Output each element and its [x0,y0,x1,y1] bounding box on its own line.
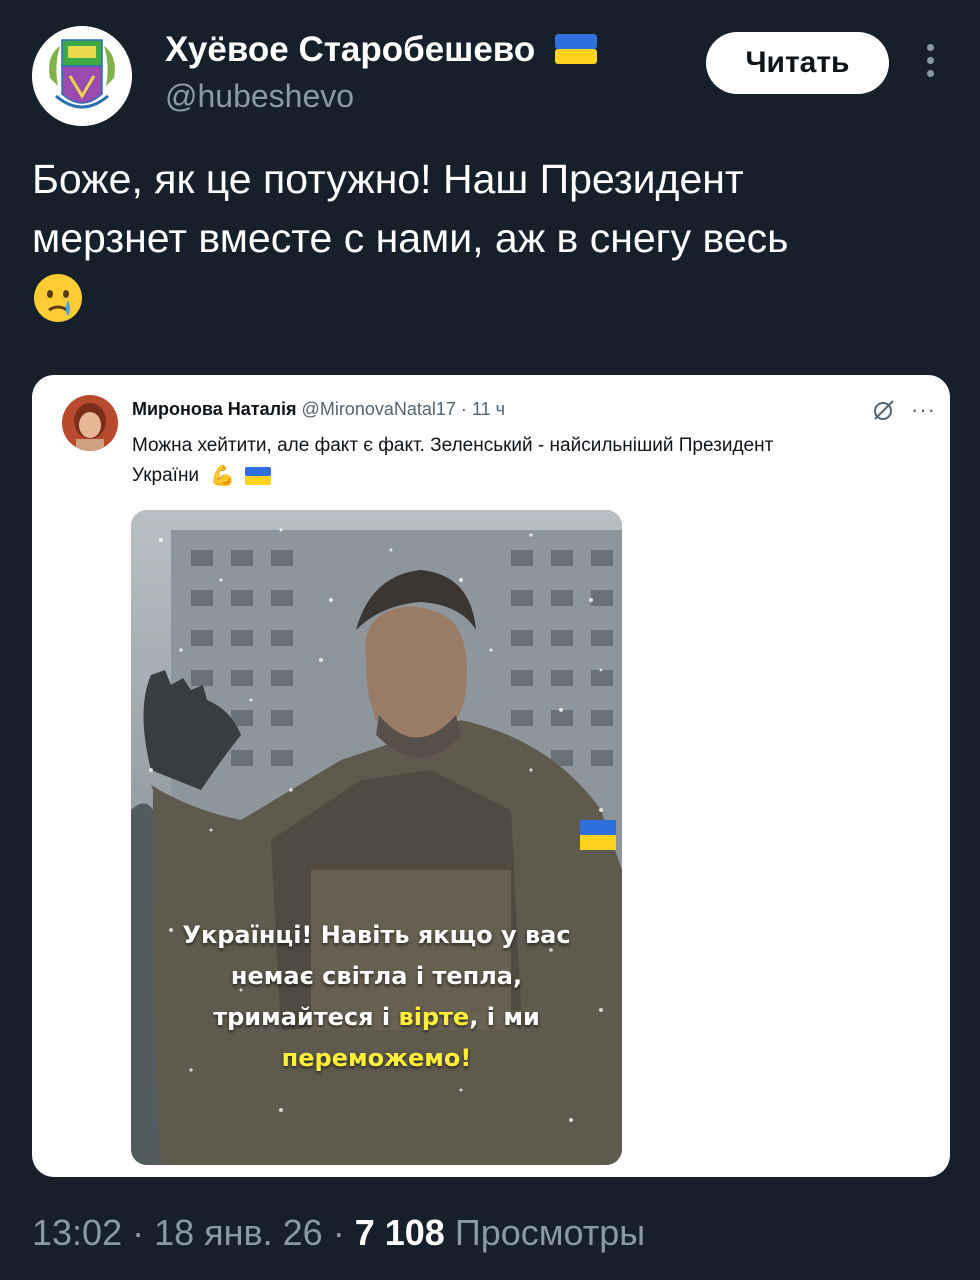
caption-highlight-1: вірте [398,1003,470,1031]
views-count: 7 108 [354,1212,445,1253]
quoted-author-name[interactable]: Миронова Наталія [132,399,297,419]
flexed-biceps-icon: 💪 [210,465,236,487]
tweet-footer: 13:02 · 18 янв. 26 · 7 108 Просмотры [32,1212,645,1254]
author-avatar[interactable] [32,26,132,126]
more-options-icon[interactable] [915,40,945,84]
author-name-text: Хуёвое Старобешево [165,30,536,69]
tweet-time[interactable]: 13:02 [32,1212,122,1253]
tweet-header: Хуёвое Старобешево @hubeshevo Читать [0,0,980,130]
caption-line-2: немає світла і тепла, [230,962,523,990]
quoted-tweet-text: Можна хейтити, але факт є факт. Зеленськ… [132,431,932,491]
quoted-author-handle[interactable]: @MironovaNatal17 [302,399,456,419]
crying-face-emoji-icon [34,274,82,322]
quoted-tweet-card[interactable]: Миронова Наталія @MironovaNatal17 · 11 ч… [32,375,950,1177]
views-label[interactable]: Просмотры [455,1212,645,1253]
quoted-text-line-2: України [132,465,200,487]
avatar-photo-icon [62,395,118,451]
footer-separator: · [132,1212,155,1253]
footer-separator: · [332,1212,355,1253]
grok-icon[interactable] [871,397,897,423]
ukraine-flag-icon [554,33,597,64]
quoted-tweet-header: Миронова Наталія @MironovaNatal17 · 11 ч [132,399,505,420]
ukraine-flag-small-icon [244,467,271,485]
caption-line-3b: , і ми [469,1003,540,1031]
author-handle[interactable]: @hubeshevo [165,78,354,115]
caption-highlight-2: переможемо! [281,1044,472,1072]
quoted-tweet-time: 11 ч [471,399,506,419]
author-display-name[interactable]: Хуёвое Старобешево [165,30,597,70]
caption-line-1: Українці! Навіть якщо у вас [182,921,571,949]
tweet-text-line-2: мерзнет вместе с нами, аж в снегу весь [32,215,789,261]
quoted-text-line-1: Можна хейтити, але факт є факт. Зеленськ… [132,435,774,456]
coat-of-arms-icon [32,26,132,126]
follow-button[interactable]: Читать [706,32,889,94]
quoted-more-icon[interactable]: ··· [911,397,936,423]
tweet-date[interactable]: 18 янв. 26 [154,1212,323,1253]
image-caption: Українці! Навіть якщо у вас немає світла… [131,915,622,1079]
meta-separator: · [460,399,467,419]
quoted-author-avatar[interactable] [62,395,118,451]
tweet-text-line-1: Боже, як це потужно! Наш Президент [32,156,744,202]
quoted-tweet-actions: ··· [871,397,936,423]
caption-line-3a: тримайтеся і [213,1003,399,1031]
quoted-tweet-image[interactable]: Українці! Навіть якщо у вас немає світла… [131,510,622,1165]
tweet-text: Боже, як це потужно! Наш Президент мерзн… [32,150,952,340]
